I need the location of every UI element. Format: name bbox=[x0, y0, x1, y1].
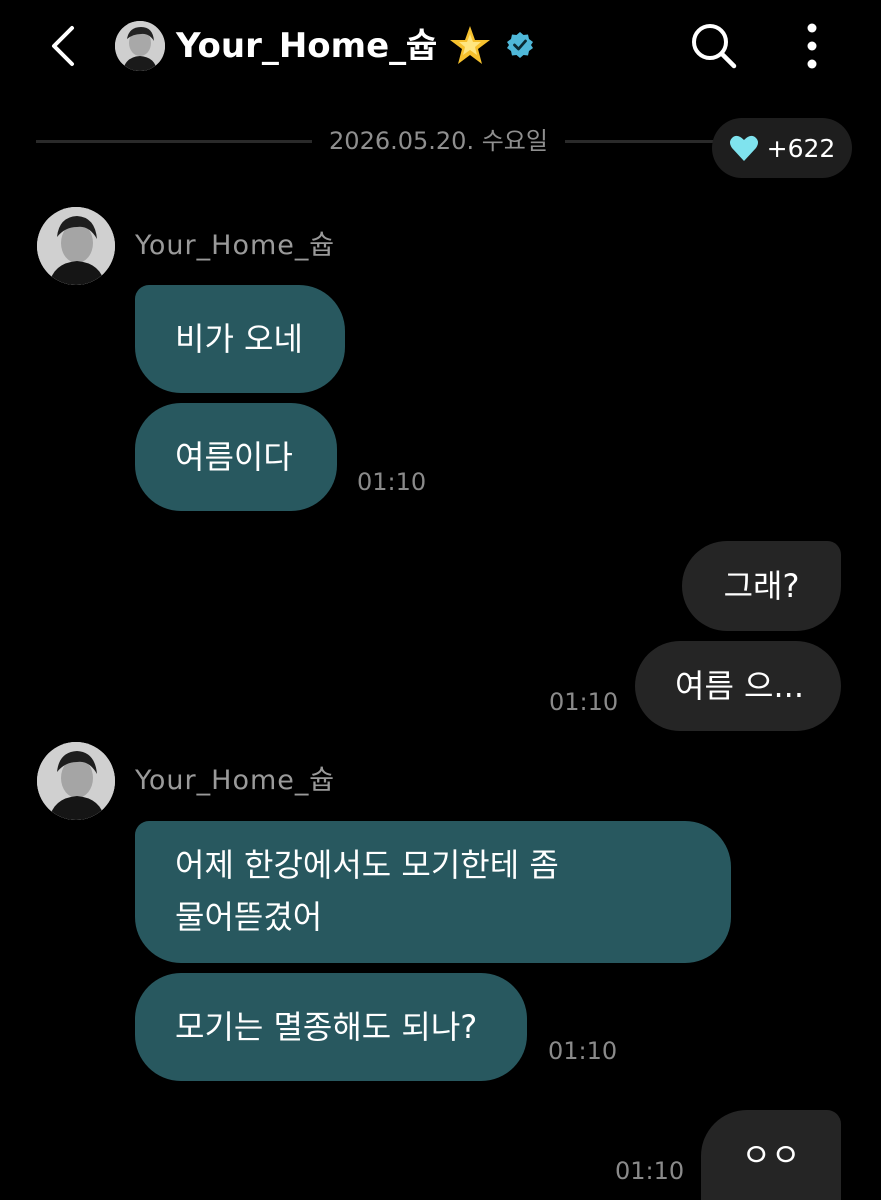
message-timestamp: 01:10 bbox=[548, 1037, 618, 1065]
star-icon bbox=[446, 22, 494, 70]
heart-count: +622 bbox=[766, 133, 836, 163]
sender-avatar[interactable] bbox=[37, 207, 115, 285]
incoming-message-bubble[interactable]: 모기는 멸종해도 되나? bbox=[135, 973, 527, 1081]
message-timestamp: 01:10 bbox=[549, 688, 619, 716]
date-divider-text: 2026.05.20. 수요일 bbox=[329, 127, 548, 155]
outgoing-message-bubble[interactable]: ㅇㅇ bbox=[701, 1110, 841, 1200]
message-line: 어제 한강에서도 모기한테 좀 bbox=[175, 846, 559, 884]
chevron-left-icon bbox=[52, 26, 74, 66]
date-divider-line bbox=[565, 140, 725, 143]
incoming-message-bubble[interactable]: 비가 오네 bbox=[135, 285, 345, 393]
more-options-button[interactable] bbox=[792, 20, 832, 72]
chat-title: Your_Home_슙 bbox=[176, 26, 438, 66]
outgoing-message-bubble[interactable]: 여름 으... bbox=[635, 641, 841, 731]
search-icon bbox=[692, 24, 737, 69]
incoming-message-bubble[interactable]: 여름이다 bbox=[135, 403, 337, 511]
profile-photo bbox=[115, 21, 165, 71]
incoming-message-bubble[interactable]: 어제 한강에서도 모기한테 좀 물어뜯겼어 bbox=[135, 821, 731, 963]
profile-photo bbox=[37, 742, 115, 820]
chat-header: Your_Home_슙 bbox=[0, 0, 881, 96]
back-button[interactable] bbox=[40, 22, 88, 70]
verified-check-icon bbox=[506, 31, 534, 59]
sender-name: Your_Home_슙 bbox=[135, 230, 336, 261]
message-timestamp: 01:10 bbox=[357, 468, 427, 496]
profile-photo bbox=[37, 207, 115, 285]
search-button[interactable] bbox=[688, 20, 740, 72]
sender-avatar[interactable] bbox=[37, 742, 115, 820]
date-divider-line bbox=[36, 140, 312, 143]
header-avatar[interactable] bbox=[115, 21, 165, 71]
more-vertical-icon bbox=[807, 23, 817, 69]
message-line: 물어뜯겼어 bbox=[175, 898, 323, 936]
outgoing-message-bubble[interactable]: 그래? bbox=[682, 541, 841, 631]
heart-count-badge[interactable]: +622 bbox=[712, 118, 852, 178]
heart-icon bbox=[729, 135, 758, 161]
sender-name: Your_Home_슙 bbox=[135, 765, 336, 796]
message-timestamp: 01:10 bbox=[615, 1157, 685, 1185]
